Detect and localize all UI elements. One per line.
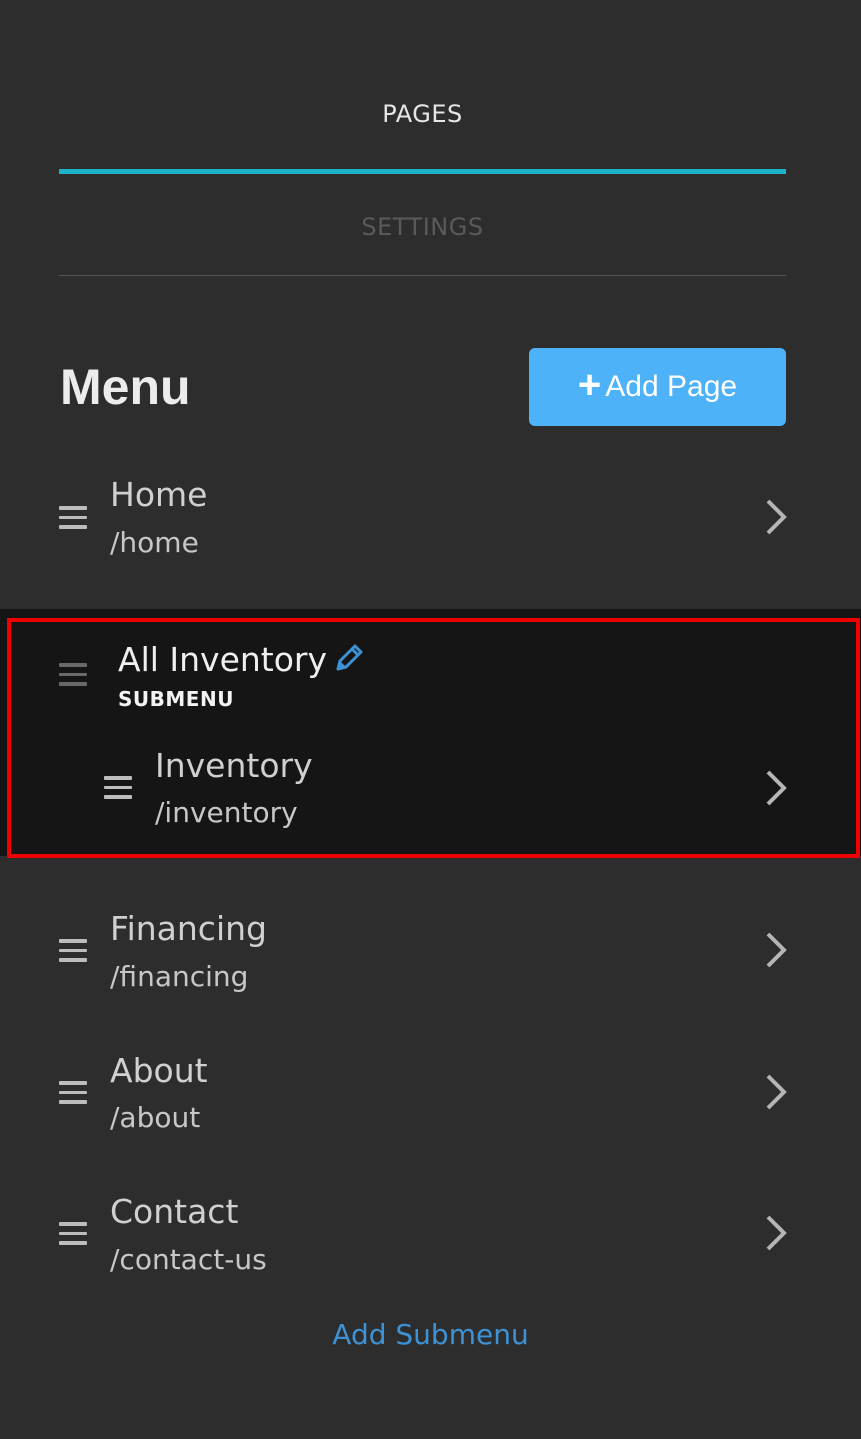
add-page-button[interactable]: + Add Page <box>529 348 786 426</box>
tab-settings[interactable]: SETTINGS <box>59 213 786 241</box>
menu-item-path: /about <box>110 1101 201 1134</box>
menu-item-name: Home <box>110 475 208 514</box>
add-submenu-link[interactable]: Add Submenu <box>0 1318 861 1351</box>
drag-handle-icon[interactable] <box>104 776 132 799</box>
chevron-right-icon[interactable] <box>763 769 789 807</box>
menu-item-name: About <box>110 1051 208 1090</box>
drag-handle-icon[interactable] <box>59 1222 87 1245</box>
drag-handle-icon[interactable] <box>59 1081 87 1104</box>
tab-pages-active-indicator <box>59 169 786 174</box>
menu-item-name: Inventory <box>155 746 313 785</box>
menu-item-path: /contact-us <box>110 1243 267 1276</box>
menu-item-name: Contact <box>110 1192 239 1231</box>
pencil-icon[interactable] <box>332 641 366 675</box>
menu-item-path: /financing <box>110 960 249 993</box>
menu-item-name: Financing <box>110 909 267 948</box>
drag-handle-icon[interactable] <box>59 939 87 962</box>
submenu-label: SUBMENU <box>118 687 234 711</box>
drag-handle-icon[interactable] <box>59 663 87 686</box>
menu-item-path: /home <box>110 526 199 559</box>
add-page-label: Add Page <box>605 370 738 403</box>
chevron-right-icon[interactable] <box>763 1073 789 1111</box>
tab-pages[interactable]: PAGES <box>59 100 786 128</box>
chevron-right-icon[interactable] <box>763 1214 789 1252</box>
chevron-right-icon[interactable] <box>763 498 789 536</box>
menu-item-path: /inventory <box>155 796 298 829</box>
submenu-title[interactable]: All Inventory <box>118 640 327 679</box>
tab-divider <box>59 275 786 276</box>
plus-icon: + <box>577 363 602 407</box>
menu-title: Menu <box>60 359 191 415</box>
drag-handle-icon[interactable] <box>59 506 87 529</box>
chevron-right-icon[interactable] <box>763 931 789 969</box>
